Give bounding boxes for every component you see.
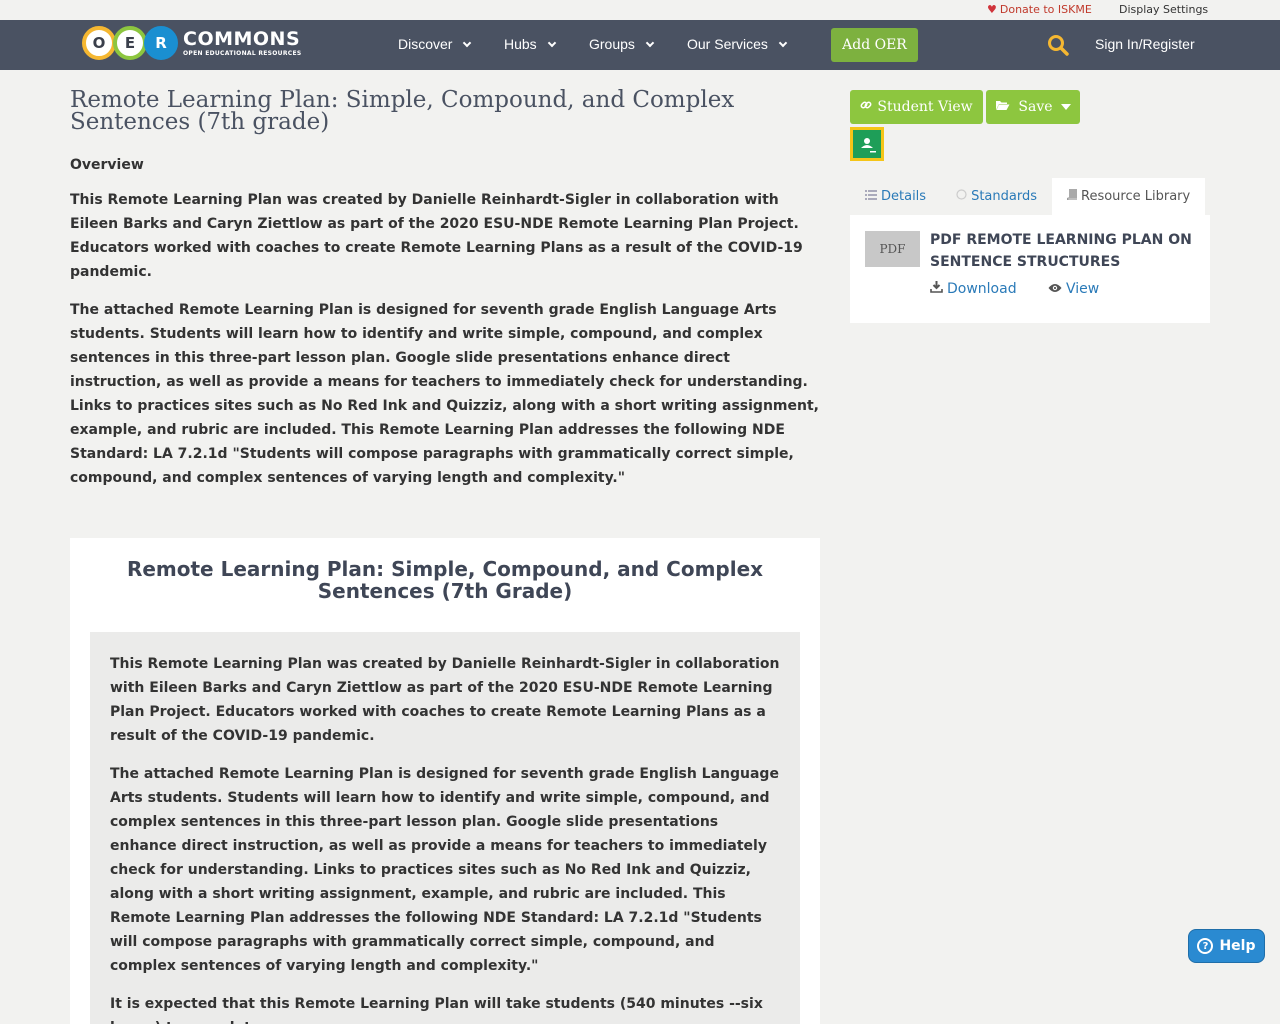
resource-tabs: Details Standards Resource Library [850, 178, 1210, 215]
nav-groups-label: Groups [589, 36, 635, 52]
utility-bar: ♥ Donate to ISKME Display Settings [0, 0, 1280, 20]
question-icon: ? [1197, 938, 1214, 954]
logo-wordmark: COMMONS OPEN EDUCATIONAL RESOURCES [183, 27, 302, 57]
nav-hubs-label: Hubs [504, 36, 537, 52]
chevron-down-icon [547, 38, 556, 47]
nav-discover[interactable]: Discover [398, 36, 472, 52]
page-title: Remote Learning Plan: Simple, Compound, … [70, 87, 735, 135]
tab-standards[interactable]: Standards [941, 178, 1052, 215]
logo-letter-e: E [113, 26, 147, 60]
nav-groups[interactable]: Groups [589, 36, 655, 52]
heart-icon: ♥ [987, 3, 997, 16]
list-icon [865, 189, 877, 204]
tab-resource-library-label: Resource Library [1081, 189, 1191, 204]
logo-letter-o: O [82, 26, 116, 60]
download-label: Download [947, 281, 1017, 297]
folder-open-icon [995, 99, 1010, 115]
card-body: This Remote Learning Plan was created by… [90, 632, 800, 1024]
help-label: Help [1219, 938, 1256, 954]
logo-tagline: OPEN EDUCATIONAL RESOURCES [183, 49, 302, 57]
google-classroom-share-button[interactable] [850, 127, 884, 161]
download-icon [930, 281, 943, 297]
student-view-label: Student View [877, 99, 973, 115]
display-settings-link[interactable]: Display Settings [1119, 3, 1208, 16]
link-icon [860, 99, 872, 115]
tab-details[interactable]: Details [850, 178, 941, 215]
tab-standards-label: Standards [971, 189, 1037, 204]
card-paragraph: The attached Remote Learning Plan is des… [110, 766, 779, 974]
overview-heading: Overview [70, 157, 144, 173]
save-dropdown-button[interactable]: Save [986, 90, 1080, 124]
card-paragraph: It is expected that this Remote Learning… [110, 996, 763, 1024]
nav-our-services[interactable]: Our Services [687, 36, 788, 52]
pdf-thumbnail[interactable]: PDF [865, 231, 920, 267]
tab-resource-library[interactable]: Resource Library [1052, 178, 1206, 215]
save-label: Save [1018, 99, 1053, 115]
view-label: View [1066, 281, 1100, 297]
nav-our-services-label: Our Services [687, 36, 768, 52]
search-icon[interactable] [1047, 34, 1069, 56]
chevron-down-icon [463, 38, 472, 47]
resource-library-panel: PDF PDF REMOTE LEARNING PLAN ON SENTENCE… [850, 215, 1210, 323]
student-view-button[interactable]: Student View [850, 90, 983, 124]
nav-hubs[interactable]: Hubs [504, 36, 556, 52]
chevron-down-icon [778, 38, 788, 47]
overview-paragraph: The attached Remote Learning Plan is des… [70, 302, 819, 486]
chevron-down-icon [645, 38, 655, 47]
help-button[interactable]: ? Help [1188, 929, 1265, 963]
main-navbar: O E R COMMONS OPEN EDUCATIONAL RESOURCES… [0, 20, 1280, 70]
donate-link[interactable]: ♥ Donate to ISKME [987, 3, 1092, 16]
book-icon [1066, 188, 1078, 204]
eye-icon [1048, 281, 1062, 297]
resource-content-card: Remote Learning Plan: Simple, Compound, … [70, 538, 820, 1024]
card-paragraph: This Remote Learning Plan was created by… [110, 656, 780, 744]
donate-label: Donate to ISKME [999, 3, 1092, 16]
resource-title-link[interactable]: PDF REMOTE LEARNING PLAN ON SENTENCE STR… [930, 229, 1200, 273]
sign-in-register-link[interactable]: Sign In/Register [1095, 36, 1195, 52]
logo-word: COMMONS [183, 27, 301, 50]
download-link[interactable]: Download [930, 281, 1017, 297]
tab-details-label: Details [881, 189, 927, 204]
nav-discover-label: Discover [398, 36, 453, 52]
oer-commons-logo[interactable]: O E R COMMONS OPEN EDUCATIONAL RESOURCES [82, 25, 302, 61]
google-classroom-icon [853, 130, 881, 158]
caret-down-icon [1060, 104, 1071, 110]
view-link[interactable]: View [1048, 281, 1099, 297]
add-oer-button[interactable]: Add OER [831, 28, 918, 62]
card-title: Remote Learning Plan: Simple, Compound, … [126, 557, 764, 603]
logo-letter-r: R [144, 26, 178, 60]
circle-icon [956, 189, 967, 204]
overview-description: This Remote Learning Plan was created by… [70, 188, 825, 504]
overview-paragraph: This Remote Learning Plan was created by… [70, 192, 803, 280]
